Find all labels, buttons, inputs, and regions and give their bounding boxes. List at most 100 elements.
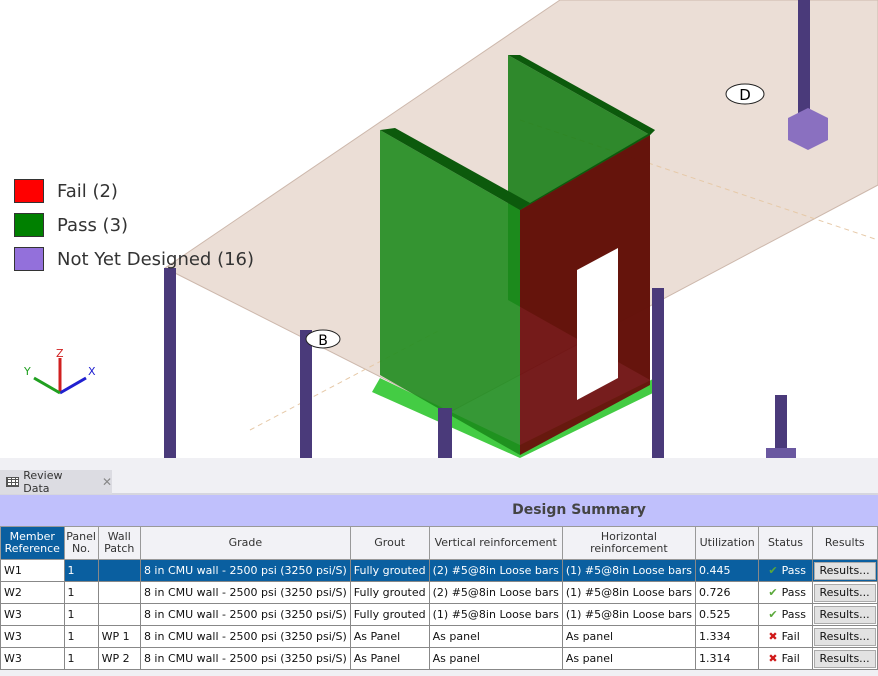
cell-horizontal-reinforcement[interactable]: (1) #5@8in Loose bars bbox=[561, 581, 697, 604]
status-text: Fail bbox=[781, 630, 800, 643]
cell-grade[interactable]: 8 in CMU wall - 2500 psi (3250 psi/S) bbox=[139, 559, 351, 582]
status-text: Pass bbox=[781, 608, 806, 621]
column-header-panel-no[interactable]: Panel No. bbox=[63, 526, 99, 560]
results-button[interactable]: Results... bbox=[813, 561, 876, 580]
fail-swatch bbox=[14, 179, 44, 203]
cell-grout[interactable]: As Panel bbox=[349, 625, 430, 648]
cell-panel-no[interactable]: 1 bbox=[63, 581, 99, 604]
column-header-vertical-reinforcement[interactable]: Vertical reinforcement bbox=[428, 526, 563, 560]
design-summary-table: Member Reference Panel No. Wall Patch Grade… bbox=[0, 526, 878, 670]
legend-label: Not Yet Designed (16) bbox=[57, 248, 255, 270]
check-icon: ✔ bbox=[768, 564, 778, 577]
tab-bar: Review Data ✕ bbox=[0, 458, 878, 495]
cell-results: Results... bbox=[811, 603, 878, 626]
cell-utilization[interactable]: 0.445 bbox=[694, 559, 760, 582]
design-status-legend: Fail (2) Pass (3) Not Yet Designed (16) bbox=[14, 174, 254, 276]
legend-label: Pass (3) bbox=[57, 214, 129, 236]
cell-grade[interactable]: 8 in CMU wall - 2500 psi (3250 psi/S) bbox=[139, 581, 351, 604]
cell-grade[interactable]: 8 in CMU wall - 2500 psi (3250 psi/S) bbox=[139, 647, 351, 670]
column-header-utilization[interactable]: Utilization bbox=[694, 526, 760, 560]
cell-grout[interactable]: Fully grouted bbox=[349, 603, 430, 626]
cell-results: Results... bbox=[811, 559, 878, 582]
cell-horizontal-reinforcement[interactable]: (1) #5@8in Loose bars bbox=[561, 559, 697, 582]
cell-panel-no[interactable]: 1 bbox=[63, 625, 99, 648]
design-summary-title: Design Summary bbox=[0, 495, 878, 526]
results-button[interactable]: Results... bbox=[813, 649, 876, 668]
results-button[interactable]: Results... bbox=[813, 605, 876, 624]
svg-text:B: B bbox=[318, 333, 328, 349]
cell-wall-patch[interactable] bbox=[97, 559, 141, 582]
cell-grade[interactable]: 8 in CMU wall - 2500 psi (3250 psi/S) bbox=[139, 625, 351, 648]
table-row[interactable]: W2 1 8 in CMU wall - 2500 psi (3250 psi/S)… bbox=[0, 581, 878, 604]
cell-status: ✔ Pass bbox=[758, 581, 813, 604]
cell-horizontal-reinforcement[interactable]: As panel bbox=[561, 647, 697, 670]
column-header-member-reference[interactable]: Member Reference bbox=[0, 526, 65, 560]
close-tab-icon[interactable]: ✕ bbox=[102, 475, 112, 489]
cell-wall-patch[interactable]: WP 1 bbox=[97, 625, 141, 648]
table-row[interactable]: W3 1 WP 18 in CMU wall - 2500 psi (3250 ps… bbox=[0, 625, 878, 648]
legend-fail: Fail (2) bbox=[14, 174, 254, 208]
table-row[interactable]: W1 1 8 in CMU wall - 2500 psi (3250 psi/S)… bbox=[0, 559, 878, 582]
pass-swatch bbox=[14, 213, 44, 237]
status-text: Pass bbox=[781, 564, 806, 577]
wall-opening bbox=[577, 248, 618, 400]
cell-status: ✖ Fail bbox=[758, 625, 813, 648]
column-header-status[interactable]: Status bbox=[758, 526, 813, 560]
cell-member-reference[interactable]: W2 bbox=[0, 581, 65, 604]
cell-grout[interactable]: Fully grouted bbox=[349, 559, 430, 582]
cell-status: ✔ Pass bbox=[758, 559, 813, 582]
cell-panel-no[interactable]: 1 bbox=[63, 603, 99, 626]
column-header-horizontal-reinforcement[interactable]: Horizontal reinforcement bbox=[561, 526, 697, 560]
not-designed-swatch bbox=[14, 247, 44, 271]
cell-grade[interactable]: 8 in CMU wall - 2500 psi (3250 psi/S) bbox=[139, 603, 351, 626]
svg-text:D: D bbox=[739, 86, 751, 104]
cell-wall-patch[interactable] bbox=[97, 603, 141, 626]
cell-horizontal-reinforcement[interactable]: As panel bbox=[561, 625, 697, 648]
svg-text:Z: Z bbox=[56, 347, 64, 360]
cell-results: Results... bbox=[811, 647, 878, 670]
cell-results: Results... bbox=[811, 581, 878, 604]
table-row[interactable]: W3 1 WP 28 in CMU wall - 2500 psi (3250 ps… bbox=[0, 647, 878, 670]
cell-vertical-reinforcement[interactable]: As panel bbox=[428, 625, 563, 648]
table-icon bbox=[6, 477, 20, 487]
cell-status: ✔ Pass bbox=[758, 603, 813, 626]
axis-triad-icon: Z X Y bbox=[23, 347, 96, 395]
3d-model-view[interactable]: D B Z X Y Fail (2) Pass (3) Not Yet Desi… bbox=[0, 0, 878, 458]
cell-vertical-reinforcement[interactable]: (2) #5@8in Loose bars bbox=[428, 559, 563, 582]
check-icon: ✔ bbox=[768, 586, 778, 599]
table-row[interactable]: W3 1 8 in CMU wall - 2500 psi (3250 psi/S)… bbox=[0, 603, 878, 626]
cell-panel-no[interactable]: 1 bbox=[63, 559, 99, 582]
status-text: Fail bbox=[781, 652, 800, 665]
cell-member-reference[interactable]: W3 bbox=[0, 625, 65, 648]
cell-vertical-reinforcement[interactable]: (1) #5@8in Loose bars bbox=[428, 603, 563, 626]
cell-grout[interactable]: Fully grouted bbox=[349, 581, 430, 604]
cell-wall-patch[interactable] bbox=[97, 581, 141, 604]
column-header-wall-patch[interactable]: Wall Patch bbox=[97, 526, 141, 560]
cell-wall-patch[interactable]: WP 2 bbox=[97, 647, 141, 670]
tab-review-data[interactable]: Review Data ✕ bbox=[0, 469, 112, 495]
cell-member-reference[interactable]: W1 bbox=[0, 559, 65, 582]
column-header-grade[interactable]: Grade bbox=[139, 526, 351, 560]
cell-vertical-reinforcement[interactable]: As panel bbox=[428, 647, 563, 670]
cell-vertical-reinforcement[interactable]: (2) #5@8in Loose bars bbox=[428, 581, 563, 604]
results-button[interactable]: Results... bbox=[813, 583, 876, 602]
cell-horizontal-reinforcement[interactable]: (1) #5@8in Loose bars bbox=[561, 603, 697, 626]
cell-utilization[interactable]: 0.726 bbox=[694, 581, 760, 604]
cell-member-reference[interactable]: W3 bbox=[0, 603, 65, 626]
column-header-grout[interactable]: Grout bbox=[349, 526, 430, 560]
cell-panel-no[interactable]: 1 bbox=[63, 647, 99, 670]
check-icon: ✔ bbox=[768, 608, 778, 621]
cell-utilization[interactable]: 0.525 bbox=[694, 603, 760, 626]
legend-label: Fail (2) bbox=[57, 180, 118, 202]
cell-grout[interactable]: As Panel bbox=[349, 647, 430, 670]
status-text: Pass bbox=[781, 586, 806, 599]
cell-member-reference[interactable]: W3 bbox=[0, 647, 65, 670]
svg-text:Y: Y bbox=[23, 365, 31, 378]
cell-utilization[interactable]: 1.314 bbox=[694, 647, 760, 670]
svg-text:X: X bbox=[88, 365, 96, 378]
column-header-results[interactable]: Results bbox=[811, 526, 878, 560]
cross-icon: ✖ bbox=[768, 652, 778, 665]
cell-results: Results... bbox=[811, 625, 878, 648]
results-button[interactable]: Results... bbox=[813, 627, 876, 646]
cell-utilization[interactable]: 1.334 bbox=[694, 625, 760, 648]
